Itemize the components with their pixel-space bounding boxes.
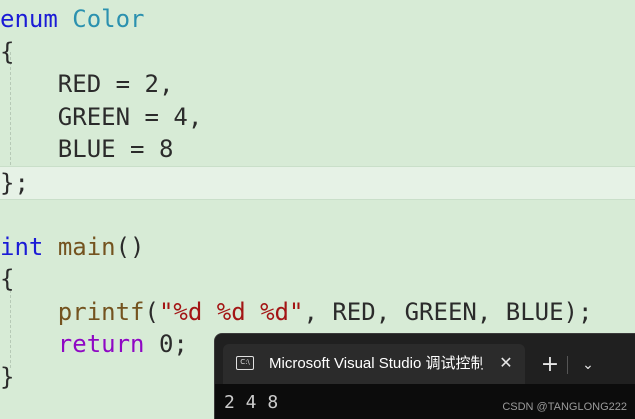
code-token: , RED, GREEN, BLUE); [303, 297, 593, 326]
code-token: enum [0, 5, 58, 33]
code-token: () [115, 232, 145, 261]
watermark: CSDN @TANGLONG222 [502, 401, 627, 413]
code-token: { [0, 37, 15, 66]
code-token: 0; [144, 330, 188, 358]
code-line[interactable] [0, 198, 635, 230]
code-line[interactable]: BLUE = 8 [0, 133, 635, 165]
code-token: BLUE = 8 [0, 135, 174, 163]
console-output: 2 4 8 [224, 392, 279, 413]
code-token: ( [144, 297, 159, 326]
code-token: } [0, 362, 15, 391]
code-token: RED = 2, [0, 70, 174, 98]
code-token: printf [57, 297, 145, 326]
code-token: "%d %d %d" [158, 297, 304, 326]
chevron-down-icon[interactable]: ⌄ [575, 352, 601, 378]
code-token: { [0, 265, 15, 293]
terminal-tab-title: Microsoft Visual Studio 调试控制台 [269, 355, 483, 372]
code-line[interactable]: enum Color [0, 3, 635, 35]
tab-divider [567, 356, 568, 374]
code-line[interactable]: RED = 2, [0, 68, 635, 100]
code-line[interactable]: }; [0, 165, 635, 200]
code-token: main [57, 232, 116, 261]
console-icon: C:\ [236, 356, 254, 370]
code-line[interactable]: int main() [0, 231, 635, 263]
code-token: int [0, 232, 44, 261]
code-token: }; [0, 168, 29, 197]
close-icon[interactable]: ✕ [495, 352, 517, 374]
code-line[interactable]: { [0, 36, 635, 68]
terminal-tab[interactable]: C:\ Microsoft Visual Studio 调试控制台 ✕ [223, 344, 525, 384]
terminal-tab-bar: C:\ Microsoft Visual Studio 调试控制台 ✕ + ⌄ [215, 334, 635, 384]
new-tab-button[interactable]: + [537, 352, 563, 378]
code-token: return [57, 330, 145, 358]
code-token: GREEN = 4, [0, 102, 203, 131]
code-line[interactable]: { [0, 263, 635, 295]
code-line[interactable]: GREEN = 4, [0, 101, 635, 133]
code-token: Color [72, 5, 145, 33]
code-line[interactable]: printf("%d %d %d", RED, GREEN, BLUE); [0, 296, 635, 328]
